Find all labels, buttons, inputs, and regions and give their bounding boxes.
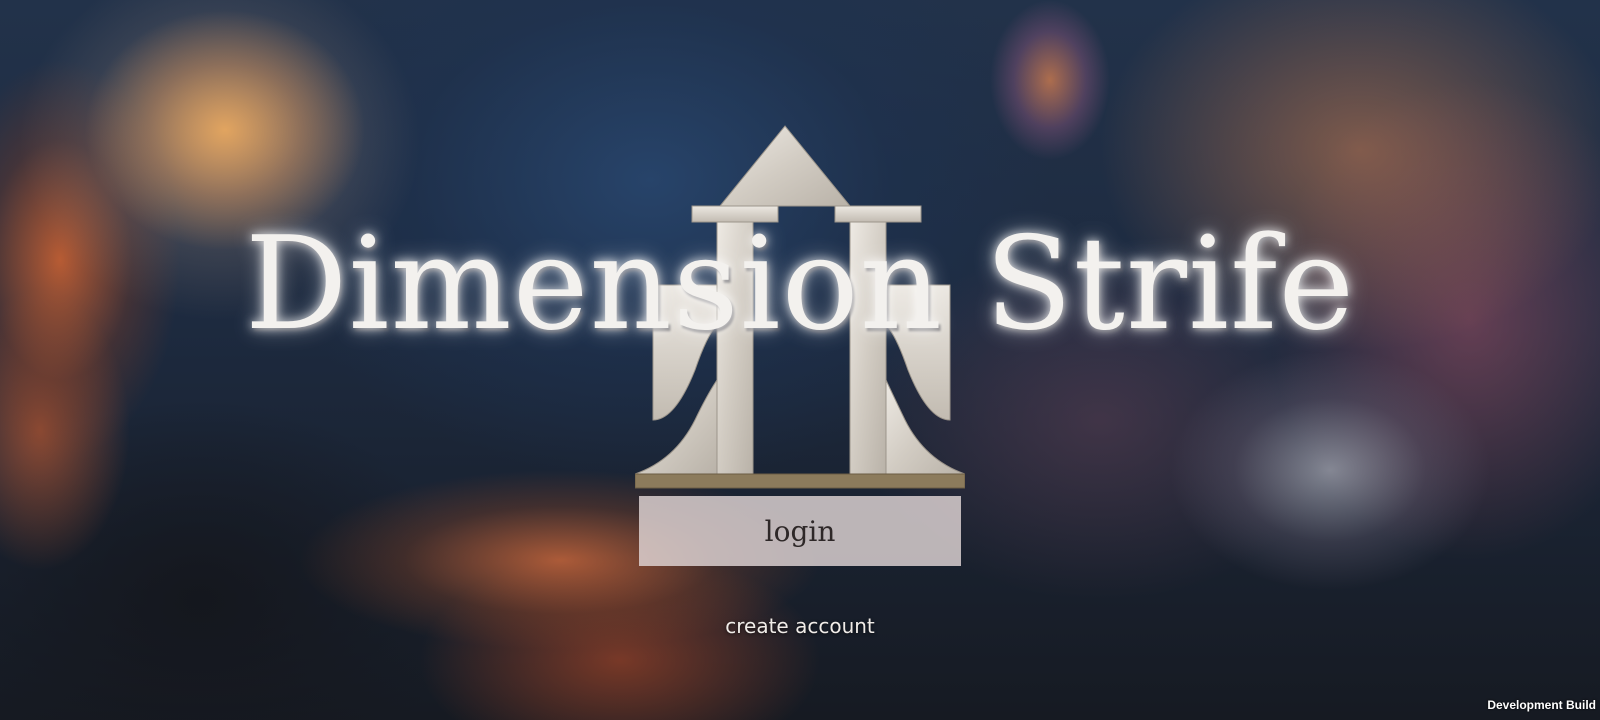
main-menu-screen: Dimension Strife login create account De… <box>0 0 1600 720</box>
login-button[interactable]: login <box>639 496 961 566</box>
create-account-link[interactable]: create account <box>650 614 950 638</box>
development-build-label: Development Build <box>1487 698 1596 712</box>
game-title: Dimension Strife <box>244 210 1356 359</box>
